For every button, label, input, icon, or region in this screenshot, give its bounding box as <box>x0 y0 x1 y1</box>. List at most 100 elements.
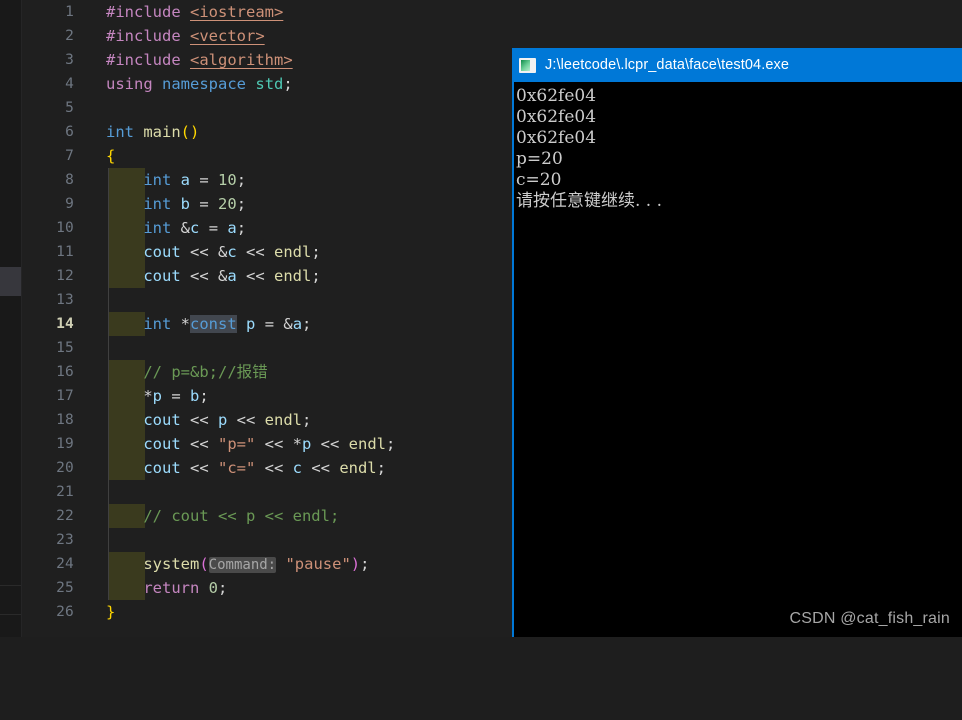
console-window[interactable]: J:\leetcode\.lcpr_data\face\test04.exe 0… <box>512 48 962 637</box>
token-header[interactable]: <vector> <box>190 27 265 45</box>
scrollbar-thumb[interactable] <box>0 267 21 296</box>
line-content: return 0; <box>106 576 227 600</box>
token-semicolon: ; <box>236 171 247 189</box>
line-number: 13 <box>56 292 74 308</box>
line-content: cout << p << endl; <box>106 408 311 432</box>
token-shift: << <box>180 243 218 261</box>
line-number: 19 <box>56 436 74 452</box>
token-variable-a: a <box>227 219 237 237</box>
token-comment: // p=&b;//报错 <box>143 363 268 381</box>
line-content: cout << &a << endl; <box>106 264 320 288</box>
token-keyword-int: int <box>143 195 172 213</box>
token-preprocessor: #include <box>106 51 181 69</box>
indent-guide <box>108 288 109 312</box>
token-number: 20 <box>218 195 237 213</box>
token-cout: cout <box>143 267 181 285</box>
token-ampersand: & <box>217 267 228 285</box>
token-assign: = <box>190 171 219 189</box>
token-assign: = <box>162 387 191 405</box>
console-output-line: 0x62fe04 <box>516 86 597 106</box>
line-number: 12 <box>56 268 74 284</box>
line-number: 7 <box>65 148 74 164</box>
line-number: 22 <box>56 508 74 524</box>
csdn-watermark: CSDN @cat_fish_rain <box>789 610 950 627</box>
token-endl: endl <box>274 267 312 285</box>
console-output-area[interactable]: 0x62fe04 0x62fe04 0x62fe04 p=20 c=20 请按任… <box>512 82 962 637</box>
token-lparen: ( <box>199 555 209 573</box>
editor-overview-ruler[interactable] <box>0 0 22 637</box>
line-content: cout << "p=" << *p << endl; <box>106 432 395 456</box>
token-semicolon: ; <box>236 195 247 213</box>
code-line[interactable]: 1 #include <iostream> <box>22 0 962 24</box>
token-endl: endl <box>339 459 377 477</box>
token-header[interactable]: <iostream> <box>190 3 283 21</box>
line-content: int *const p = &a; <box>106 312 311 336</box>
token-shift: << <box>236 267 274 285</box>
token-semicolon: ; <box>302 315 312 333</box>
token-star: * <box>292 435 302 453</box>
token-cout: cout <box>143 243 181 261</box>
line-content: #include <algorithm> <box>106 48 293 72</box>
line-content: // cout << p << endl; <box>106 504 339 528</box>
token-function-main: main <box>143 123 181 141</box>
token-variable-a: a <box>227 267 237 285</box>
token-function-system: system <box>143 555 200 573</box>
line-number: 4 <box>65 76 74 92</box>
token-star: * <box>171 315 190 333</box>
token-endl: endl <box>264 411 302 429</box>
token-keyword-using: using <box>106 75 153 93</box>
token-cout: cout <box>143 435 181 453</box>
token-string: "c=" <box>217 459 256 477</box>
token-variable-c: c <box>190 219 200 237</box>
ruler-divider <box>0 614 21 615</box>
console-titlebar[interactable]: J:\leetcode\.lcpr_data\face\test04.exe <box>512 48 962 82</box>
token-variable-a: a <box>180 171 191 189</box>
token-close-brace: } <box>106 603 116 621</box>
token-header[interactable]: <algorithm> <box>190 51 293 69</box>
line-number: 14 <box>56 316 74 332</box>
line-number: 20 <box>56 460 74 476</box>
line-number: 6 <box>65 124 74 140</box>
token-variable-p: p <box>217 411 228 429</box>
line-number: 25 <box>56 580 74 596</box>
line-number: 8 <box>65 172 74 188</box>
line-content: { <box>106 144 115 168</box>
line-number: 23 <box>56 532 74 548</box>
token-shift: << <box>180 411 218 429</box>
token-number: 10 <box>218 171 237 189</box>
indent-guide <box>108 480 109 504</box>
token-variable-c: c <box>227 243 237 261</box>
token-ampersand: & <box>217 243 228 261</box>
line-content: *p = b; <box>106 384 208 408</box>
line-content: } <box>106 600 115 624</box>
token-variable-p: p <box>301 435 312 453</box>
token-ampersand: & <box>283 315 293 333</box>
line-content: cout << "c=" << c << endl; <box>106 456 386 480</box>
token-shift: << <box>227 411 265 429</box>
line-content: int a = 10; <box>106 168 246 192</box>
line-number: 21 <box>56 484 74 500</box>
token-keyword-int: int <box>143 219 172 237</box>
token-rparen: ) <box>350 555 361 573</box>
token-endl: endl <box>348 435 386 453</box>
token-variable-b: b <box>180 195 191 213</box>
token-variable-c: c <box>292 459 302 477</box>
token-shift: << <box>180 435 218 453</box>
code-line[interactable]: 2 #include <vector> <box>22 24 962 48</box>
token-cout: cout <box>143 411 181 429</box>
inlay-hint-parameter-name[interactable]: Command: <box>208 557 277 573</box>
line-number: 5 <box>65 100 74 116</box>
token-std: std <box>255 75 284 93</box>
token-keyword-namespace: namespace <box>162 75 247 93</box>
token-variable-a: a <box>292 315 303 333</box>
indent-guide <box>108 528 109 552</box>
token-keyword-const-selected[interactable]: const <box>190 315 237 333</box>
token-comment: // cout << p << endl; <box>143 507 340 525</box>
token-semicolon: ; <box>283 75 293 93</box>
token-shift: << <box>255 435 293 453</box>
line-number: 9 <box>65 196 74 212</box>
